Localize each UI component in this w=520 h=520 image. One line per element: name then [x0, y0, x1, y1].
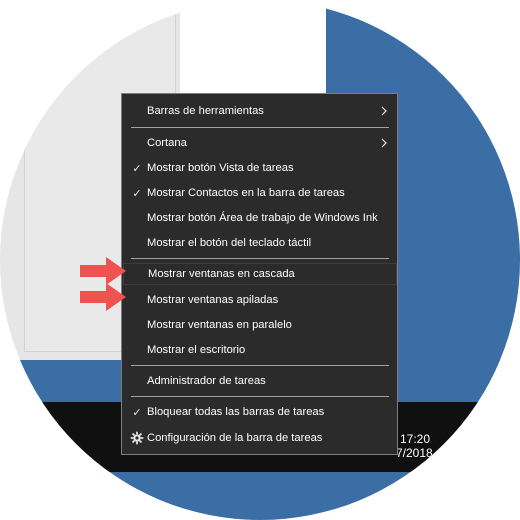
menu-item-cascade-windows[interactable]: Mostrar ventanas en cascada [123, 263, 397, 285]
menu-separator [131, 258, 389, 259]
menu-item-label: Mostrar Contactos en la barra de tareas [147, 187, 345, 199]
menu-item-task-view-button[interactable]: ✓ Mostrar botón Vista de tareas [122, 157, 397, 179]
menu-item-label: Configuración de la barra de tareas [147, 432, 323, 444]
menu-item-cortana[interactable]: Cortana [122, 132, 397, 154]
menu-item-label: Bloquear todas las barras de tareas [147, 406, 325, 418]
chevron-right-icon [381, 106, 387, 116]
menu-item-taskbar-settings[interactable]: Configuración de la barra de tareas [122, 427, 397, 449]
menu-item-lock-taskbars[interactable]: ✓ Bloquear todas las barras de tareas [122, 401, 397, 423]
gear-icon [130, 431, 144, 445]
menu-item-label: Mostrar botón Vista de tareas [147, 162, 294, 174]
taskbar-clock-date[interactable]: 7/2018 [396, 446, 433, 460]
menu-item-windows-ink-button[interactable]: Mostrar botón Área de trabajo de Windows… [122, 207, 397, 229]
menu-separator [131, 365, 389, 366]
menu-item-show-desktop[interactable]: Mostrar el escritorio [122, 339, 397, 361]
check-icon: ✓ [132, 162, 142, 175]
red-arrow-icon [80, 283, 126, 311]
menu-item-label: Barras de herramientas [147, 105, 264, 117]
menu-item-contacts[interactable]: ✓ Mostrar Contactos en la barra de tarea… [122, 182, 397, 204]
menu-item-side-by-side-windows[interactable]: Mostrar ventanas en paralelo [122, 314, 397, 336]
menu-item-toolbars[interactable]: Barras de herramientas [122, 100, 397, 122]
menu-item-label: Mostrar el botón del teclado táctil [147, 237, 312, 249]
menu-item-stack-windows[interactable]: Mostrar ventanas apiladas [122, 289, 397, 311]
menu-item-label: Mostrar el escritorio [147, 344, 246, 356]
chevron-right-icon [381, 138, 387, 148]
taskbar-clock-time[interactable]: 17:20 [400, 432, 430, 446]
screenshot-viewport: 17:20 7/2018 Barras de herramientas Cort… [0, 0, 520, 520]
menu-item-label: Administrador de tareas [147, 375, 266, 387]
menu-item-label: Mostrar botón Área de trabajo de Windows… [147, 212, 378, 224]
menu-separator [131, 127, 389, 128]
taskbar-context-menu: Barras de herramientas Cortana ✓ Mostrar… [121, 93, 398, 455]
menu-item-label: Mostrar ventanas apiladas [147, 294, 279, 306]
menu-item-touch-keyboard-button[interactable]: Mostrar el botón del teclado táctil [122, 232, 397, 254]
check-icon: ✓ [132, 406, 142, 419]
menu-item-label: Mostrar ventanas en cascada [148, 268, 295, 280]
menu-item-label: Cortana [147, 137, 187, 149]
menu-separator [131, 396, 389, 397]
menu-item-task-manager[interactable]: Administrador de tareas [122, 370, 397, 392]
check-icon: ✓ [132, 187, 142, 200]
menu-item-label: Mostrar ventanas en paralelo [147, 319, 292, 331]
